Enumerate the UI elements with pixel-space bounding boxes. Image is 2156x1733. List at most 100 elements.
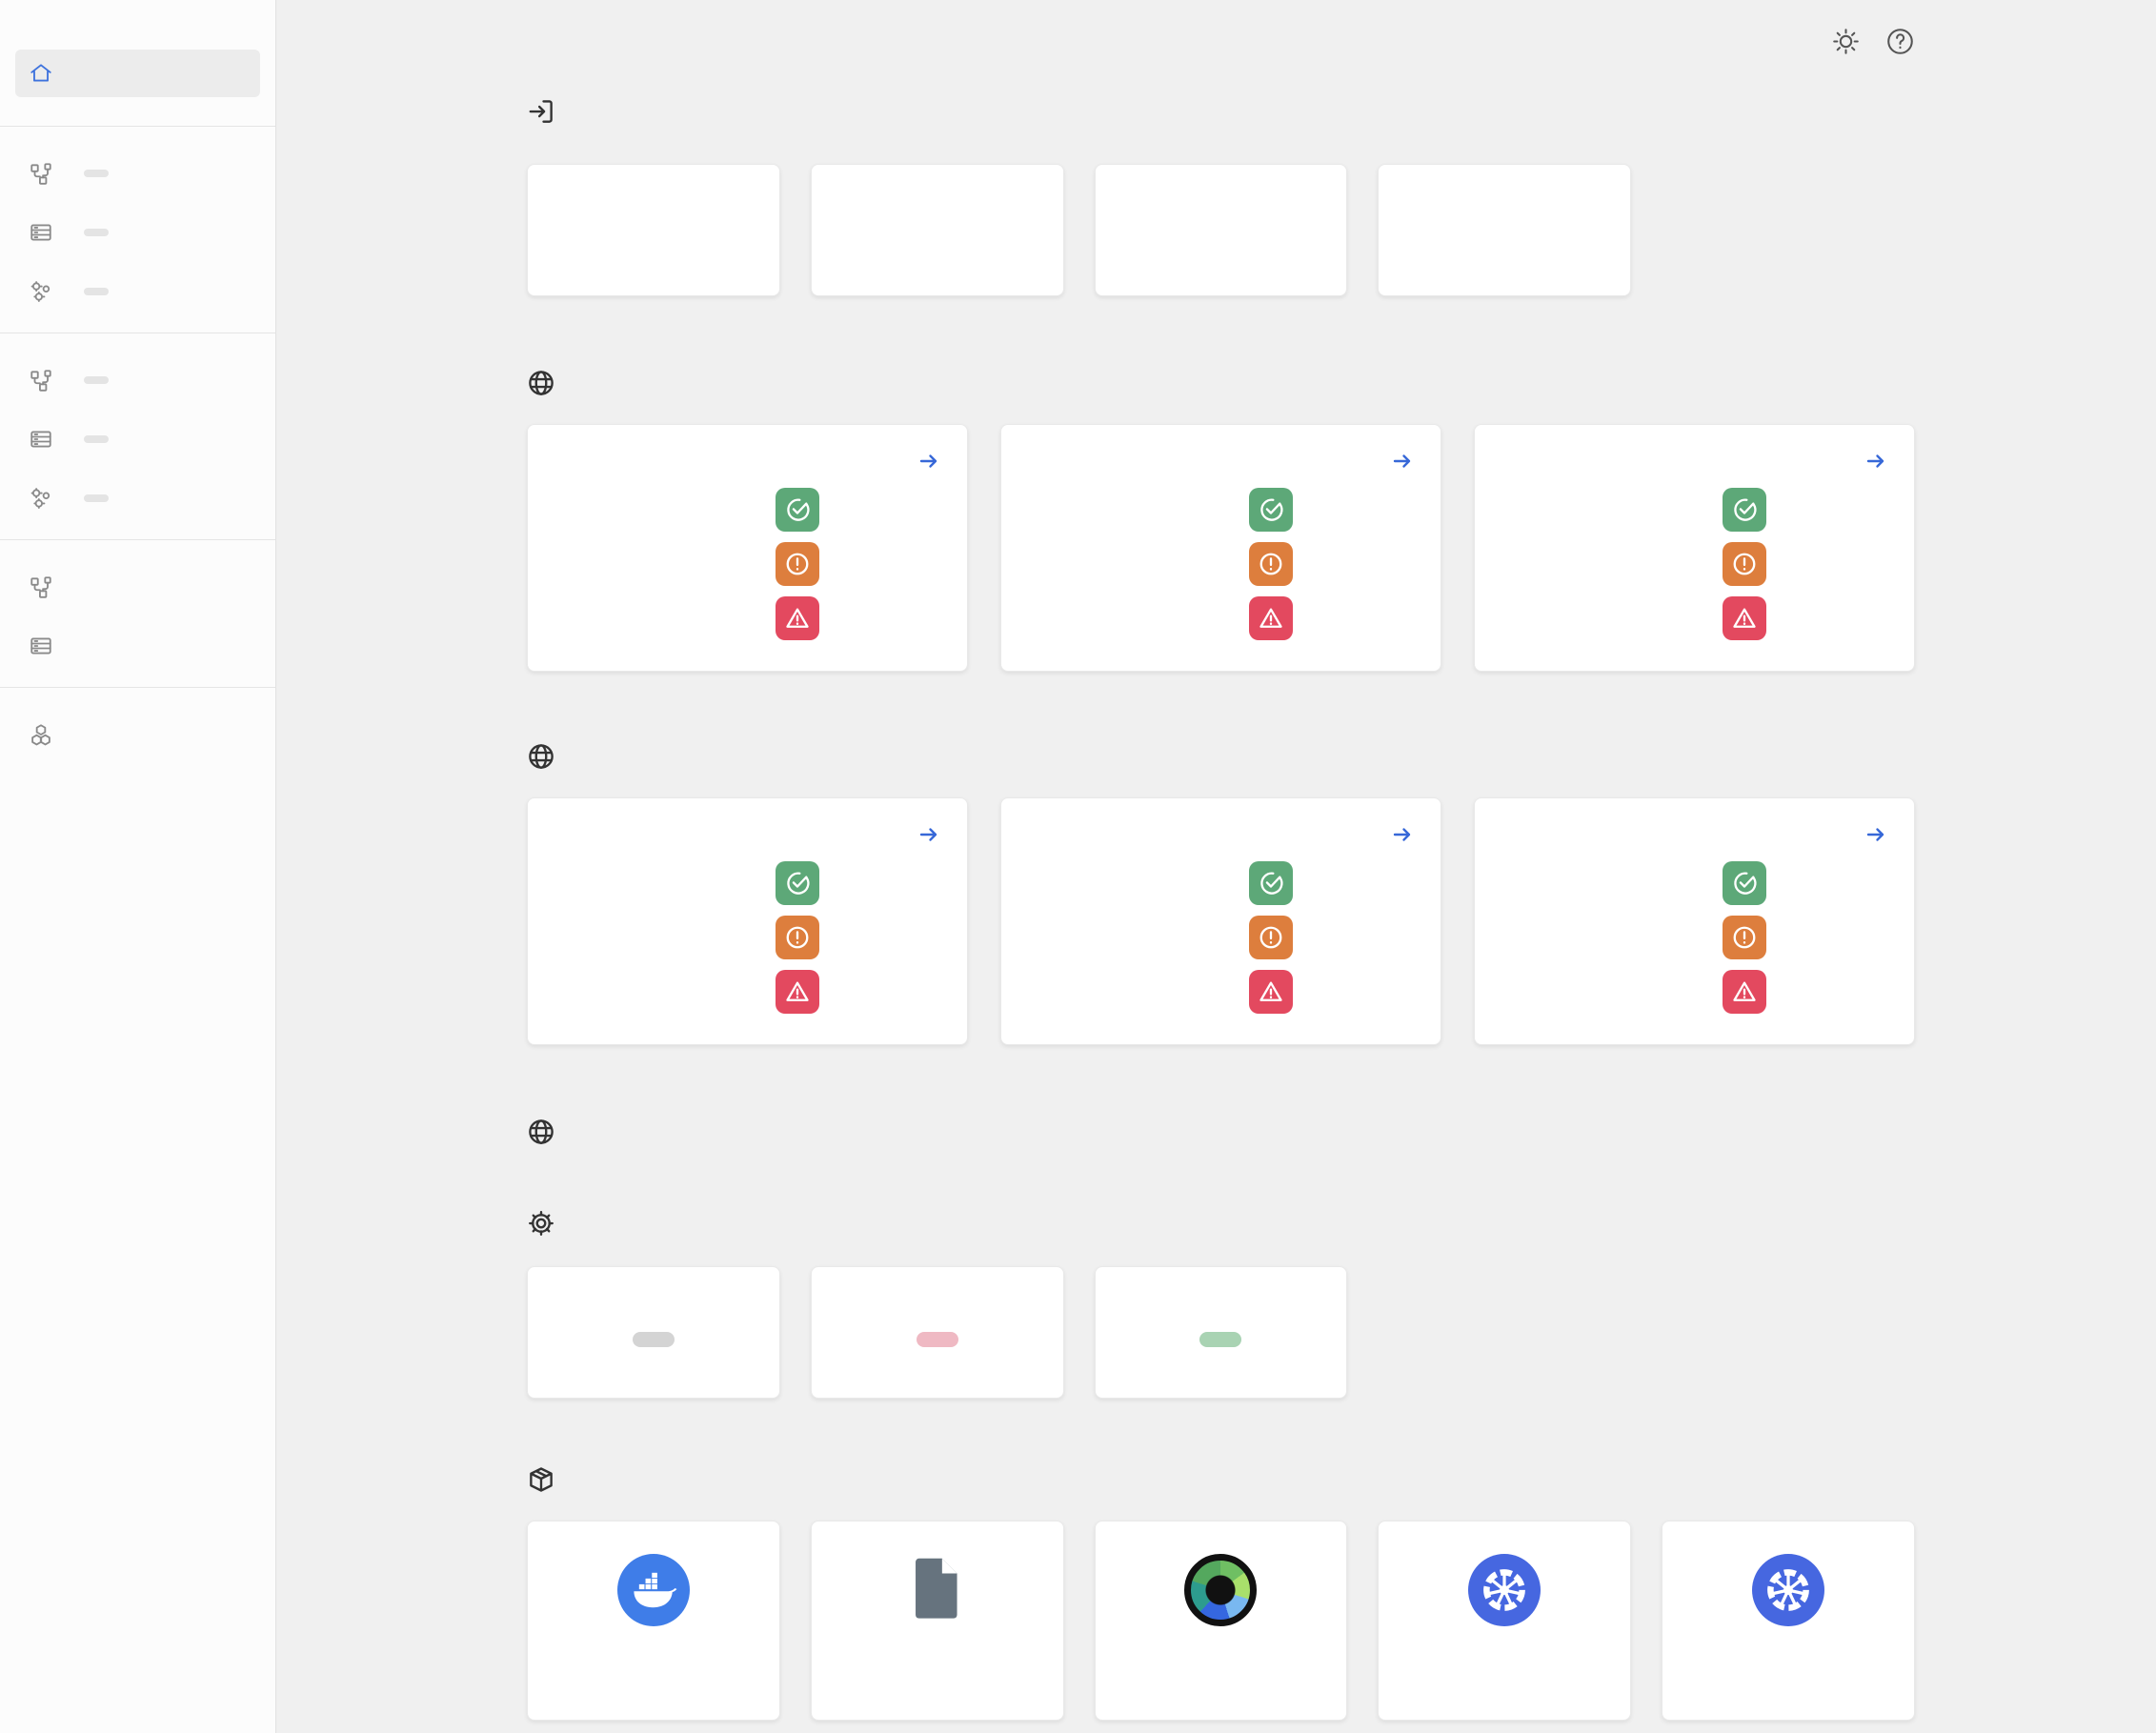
sidebar-item-dashboard[interactable]: [15, 50, 260, 97]
provider-card-kubernetesingress: [1378, 1521, 1631, 1721]
feature-value-badge: [633, 1332, 675, 1347]
sidebar-item-http-services[interactable]: [0, 220, 275, 245]
plugins-icon: [29, 722, 53, 747]
warning-circle-icon: [776, 916, 819, 959]
sidebar-item-udp-routers[interactable]: [0, 574, 275, 599]
tcp-middlewares-card: [1474, 797, 1915, 1045]
explore-link[interactable]: [910, 823, 940, 846]
marathon-icon: [1184, 1554, 1257, 1626]
http-section: [527, 369, 1915, 672]
tcp-section: [527, 742, 1915, 1045]
tcp-services-card: [1000, 797, 1441, 1045]
explore-link[interactable]: [1857, 823, 1887, 846]
warning-circle-icon: [776, 542, 819, 586]
provider-card-kubernetescrd: [1662, 1521, 1915, 1721]
routers-icon: [29, 574, 53, 599]
warnings-stat-row: [776, 916, 940, 959]
sidebar-divider: [0, 539, 275, 540]
home-icon: [29, 61, 53, 86]
http-routers-card: [527, 424, 968, 672]
help-icon[interactable]: [1885, 27, 1915, 56]
explore-link[interactable]: [1383, 823, 1414, 846]
count-badge: [84, 229, 109, 236]
explore-link[interactable]: [1857, 450, 1887, 473]
feature-value-badge: [1199, 1332, 1241, 1347]
feature-value-badge: [917, 1332, 958, 1347]
warning-circle-icon: [1249, 542, 1293, 586]
entrypoint-card-web-redirect: [1378, 164, 1631, 296]
providers-title: [527, 1465, 1915, 1494]
sidebar-item-tcp-routers[interactable]: [0, 368, 275, 393]
explore-link[interactable]: [1383, 450, 1414, 473]
arrow-right-icon: [1391, 450, 1414, 473]
warnings-stat-row: [1723, 542, 1887, 586]
feature-card-accesslog: [1095, 1266, 1348, 1399]
error-triangle-icon: [1249, 596, 1293, 640]
http-services-card: [1000, 424, 1441, 672]
sidebar-item-http-middlewares[interactable]: [0, 279, 275, 304]
donut-chart: [1521, 865, 1665, 1010]
errors-stat-row: [1249, 970, 1414, 1014]
sidebar-item-plugins[interactable]: [0, 722, 275, 747]
provider-card-file: [811, 1521, 1064, 1721]
http-middlewares-card: [1474, 424, 1915, 672]
kubernetes-icon: [1752, 1554, 1824, 1626]
success-check-icon: [1723, 861, 1766, 905]
topbar: [527, 27, 1915, 59]
sidebar-divider: [0, 126, 275, 127]
theme-toggle-sun-icon[interactable]: [1831, 27, 1861, 56]
docker-icon: [617, 1554, 690, 1626]
donut-chart: [1521, 492, 1665, 636]
globe-icon: [527, 1118, 555, 1146]
services-icon: [29, 634, 53, 658]
error-triangle-icon: [776, 596, 819, 640]
udp-section: [527, 1118, 1915, 1146]
arrow-right-icon: [1864, 450, 1887, 473]
donut-chart: [1047, 865, 1192, 1010]
provider-card-docker: [527, 1521, 780, 1721]
features-section: [527, 1209, 1915, 1399]
donut-chart: [574, 492, 718, 636]
success-check-icon: [1249, 488, 1293, 532]
success-stat-row: [776, 488, 940, 532]
routers-icon: [29, 368, 53, 393]
errors-stat-row: [776, 970, 940, 1014]
error-triangle-icon: [776, 970, 819, 1014]
error-triangle-icon: [1723, 596, 1766, 640]
tcp-routers-card: [527, 797, 968, 1045]
donut-chart: [1047, 492, 1192, 636]
entrypoints-section: [527, 97, 1915, 296]
warnings-stat-row: [1249, 542, 1414, 586]
success-check-icon: [1249, 861, 1293, 905]
explore-link[interactable]: [910, 450, 940, 473]
errors-stat-row: [1723, 970, 1887, 1014]
sidebar-item-http-routers[interactable]: [0, 161, 275, 186]
success-check-icon: [1723, 488, 1766, 532]
sidebar: [0, 0, 276, 1733]
traefik-dashboard: [0, 0, 2156, 1733]
count-badge: [84, 288, 109, 295]
kubernetes-icon: [1468, 1554, 1541, 1626]
feature-card-metrics: [811, 1266, 1064, 1399]
sidebar-item-tcp-middlewares[interactable]: [0, 486, 275, 511]
entrypoints-title: [527, 97, 1915, 126]
feature-card-tracing: [527, 1266, 780, 1399]
entrypoint-card-web: [811, 164, 1064, 296]
provider-card-marathon: [1095, 1521, 1348, 1721]
success-stat-row: [1249, 488, 1414, 532]
arrow-right-icon: [1391, 823, 1414, 846]
entrypoint-card-web-mtls: [1095, 164, 1348, 296]
success-check-icon: [776, 861, 819, 905]
arrow-right-icon: [917, 823, 940, 846]
arrow-right-icon: [1864, 823, 1887, 846]
sidebar-item-udp-services[interactable]: [0, 634, 275, 658]
success-stat-row: [1723, 488, 1887, 532]
globe-icon: [527, 742, 555, 771]
gear-icon: [527, 1209, 555, 1238]
sidebar-item-tcp-services[interactable]: [0, 427, 275, 452]
success-stat-row: [1249, 861, 1414, 905]
main-content: [276, 0, 2156, 1733]
errors-stat-row: [776, 596, 940, 640]
count-badge: [84, 435, 109, 443]
arrow-right-icon: [917, 450, 940, 473]
